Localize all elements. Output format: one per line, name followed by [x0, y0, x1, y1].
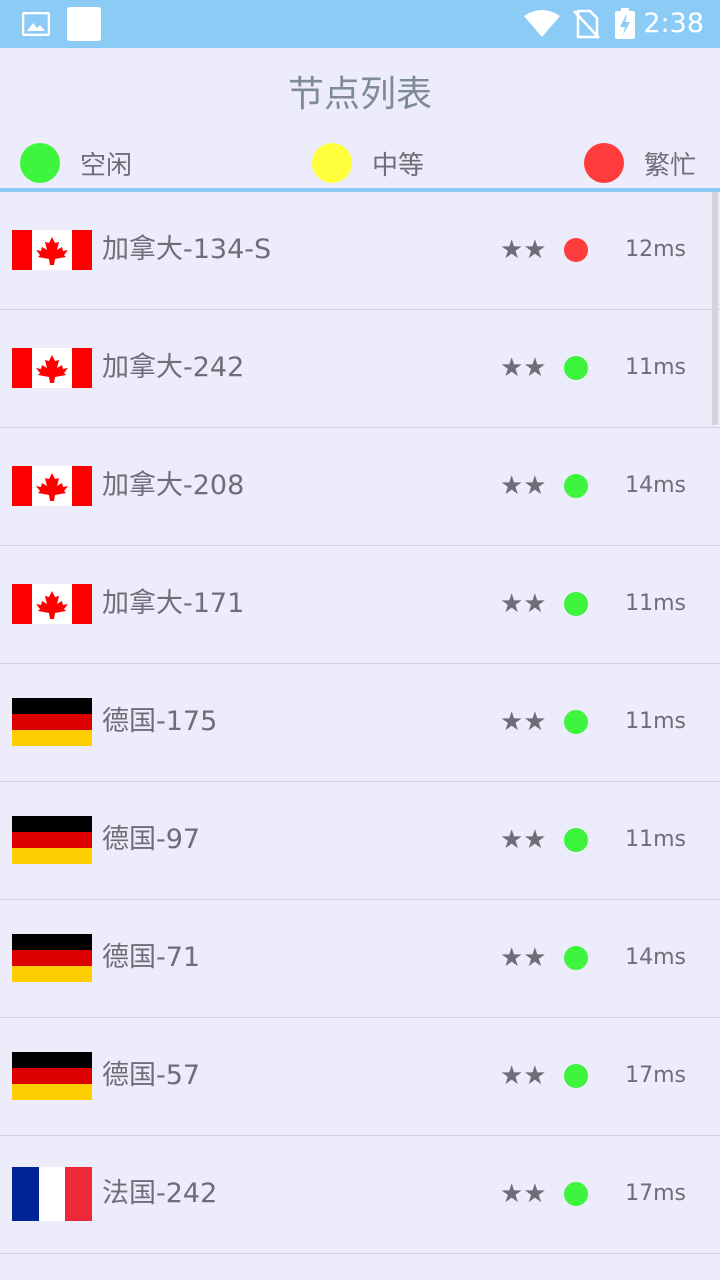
square-icon: [67, 7, 101, 41]
canada-flag-icon: [12, 230, 92, 270]
status-dot-idle: [564, 946, 588, 970]
star-rating-icon: ★★: [500, 1061, 547, 1091]
canada-flag-icon: [12, 466, 92, 506]
germany-flag-icon: [12, 934, 92, 982]
status-dot-idle: [564, 710, 588, 734]
legend-label-busy: 繁忙: [644, 150, 697, 181]
star-rating-icon: ★★: [500, 1179, 547, 1209]
status-dot-idle: [564, 828, 588, 852]
legend-dot-medium: [312, 143, 352, 183]
germany-flag-icon: [12, 1052, 92, 1100]
status-time: 2:38: [643, 8, 704, 39]
status-dot-idle: [564, 356, 588, 380]
no-sim-icon: [573, 9, 600, 39]
battery-charging-icon: [615, 8, 635, 39]
node-name: 加拿大-171: [102, 588, 245, 619]
node-name: 加拿大-208: [102, 470, 245, 501]
wifi-icon: [524, 10, 560, 37]
star-rating-icon: ★★: [500, 589, 547, 619]
node-name: 加拿大-134-S: [102, 234, 272, 265]
image-icon: [22, 12, 50, 36]
node-ping: 11ms: [625, 827, 686, 852]
node-row[interactable]: 德国-71 ★★ 14ms: [0, 900, 720, 1018]
node-row[interactable]: 德国-175 ★★ 11ms: [0, 664, 720, 782]
legend-idle: 空闲: [20, 142, 132, 184]
status-dot-idle: [564, 1064, 588, 1088]
node-ping: 17ms: [625, 1181, 686, 1206]
star-rating-icon: ★★: [500, 707, 547, 737]
node-row[interactable]: 加拿大-208 ★★ 14ms: [0, 428, 720, 546]
status-dot-busy: [564, 238, 588, 262]
germany-flag-icon: [12, 816, 92, 864]
status-bar: 2:38: [0, 0, 720, 48]
node-name: 德国-175: [102, 706, 218, 737]
star-rating-icon: ★★: [500, 471, 547, 501]
node-ping: 12ms: [625, 237, 686, 262]
node-name: 德国-97: [102, 824, 201, 855]
status-dot-idle: [564, 474, 588, 498]
france-flag-icon: [12, 1167, 92, 1221]
node-ping: 14ms: [625, 473, 686, 498]
node-row[interactable]: 加拿大-242 ★★ 11ms: [0, 310, 720, 428]
node-name: 德国-57: [102, 1060, 201, 1091]
node-row[interactable]: 德国-57 ★★ 17ms: [0, 1018, 720, 1136]
node-name: 法国-242: [102, 1178, 218, 1209]
star-rating-icon: ★★: [500, 943, 547, 973]
germany-flag-icon: [12, 698, 92, 746]
page-title: 节点列表: [287, 74, 432, 115]
node-name: 加拿大-242: [102, 352, 245, 383]
node-ping: 17ms: [625, 1063, 686, 1088]
node-ping: 11ms: [625, 709, 686, 734]
star-rating-icon: ★★: [500, 353, 547, 383]
legend-medium: 中等: [312, 142, 424, 184]
legend-dot-idle: [20, 143, 60, 183]
node-ping: 11ms: [625, 591, 686, 616]
node-ping: 14ms: [625, 945, 686, 970]
canada-flag-icon: [12, 348, 92, 388]
legend-dot-busy: [584, 143, 624, 183]
legend-busy: 繁忙: [584, 142, 696, 184]
node-row[interactable]: 加拿大-171 ★★ 11ms: [0, 546, 720, 664]
node-name: 德国-71: [102, 942, 201, 973]
node-list[interactable]: 加拿大-134-S ★★ 12ms 加拿大-242 ★★ 11ms 加拿大-20…: [0, 192, 720, 1254]
status-dot-idle: [564, 1182, 588, 1206]
canada-flag-icon: [12, 584, 92, 624]
node-row[interactable]: 德国-97 ★★ 11ms: [0, 782, 720, 900]
star-rating-icon: ★★: [500, 235, 547, 265]
node-ping: 11ms: [625, 355, 686, 380]
node-row[interactable]: 加拿大-134-S ★★ 12ms: [0, 192, 720, 310]
status-dot-idle: [564, 592, 588, 616]
node-row[interactable]: 法国-242 ★★ 17ms: [0, 1136, 720, 1254]
legend-label-idle: 空闲: [80, 150, 133, 181]
legend-label-medium: 中等: [372, 150, 425, 181]
list-scrollbar[interactable]: [712, 192, 718, 425]
star-rating-icon: ★★: [500, 825, 547, 855]
